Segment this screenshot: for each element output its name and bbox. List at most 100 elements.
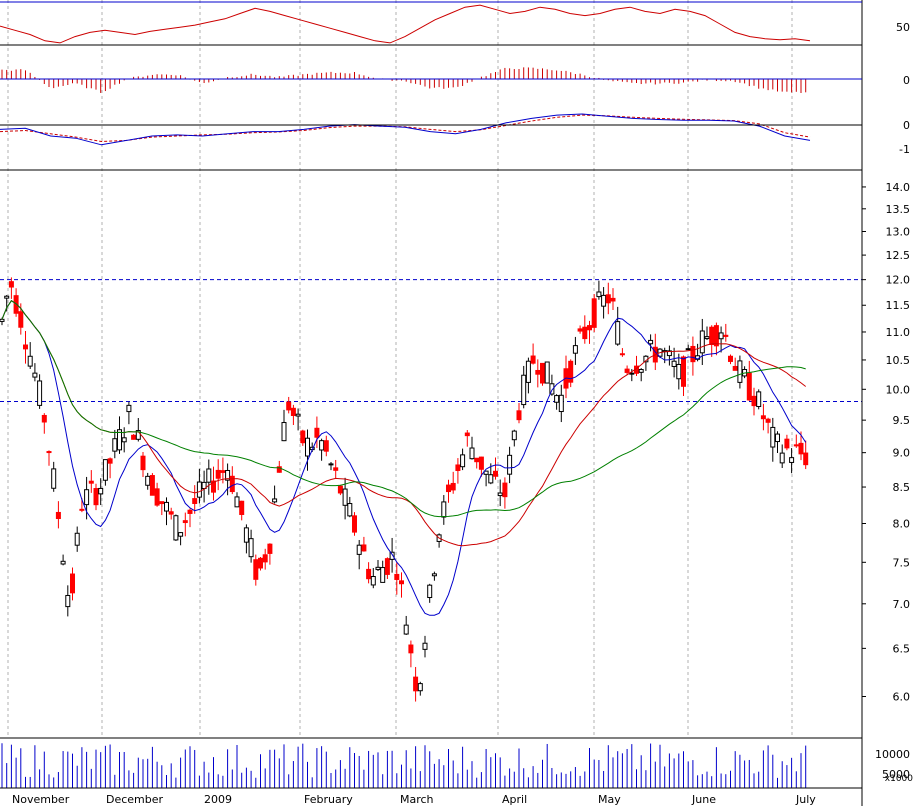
volume-tick-label: 10000 [875, 748, 910, 761]
candle-body [681, 356, 686, 387]
candle-body [272, 498, 278, 503]
candle-body [55, 511, 61, 520]
ma-short-line [1, 300, 807, 616]
price-tick-label: 11.0 [886, 326, 911, 339]
candle-body [88, 480, 94, 484]
candle-body [502, 482, 508, 498]
candle-body [784, 438, 790, 449]
month-label: July [795, 793, 816, 806]
candle-body [182, 520, 188, 524]
candle-body [366, 568, 372, 580]
candle-body [375, 566, 381, 571]
macd-tick-label-neg: -1 [899, 143, 910, 156]
candle-body [582, 326, 588, 340]
candle-body [690, 345, 696, 363]
candle-body [305, 437, 310, 457]
candle-body [262, 554, 268, 563]
candle-body [295, 413, 301, 417]
candle-body [18, 311, 24, 328]
candle-body [713, 325, 719, 347]
candle-body [770, 426, 776, 448]
candle-body [234, 496, 240, 508]
candle-body [196, 481, 202, 498]
candle-body [41, 414, 47, 423]
candle-body [591, 298, 597, 328]
candle-body [394, 573, 400, 580]
candle-body [290, 407, 296, 416]
ma-mid-line [1, 300, 807, 547]
candle-body [699, 330, 705, 354]
candle-body [803, 452, 809, 466]
candle-body [605, 294, 611, 304]
candle-body [624, 368, 630, 373]
candle-body [638, 369, 644, 373]
rsi-tick-label: 50 [896, 21, 910, 34]
histogram-panel [1, 67, 807, 93]
price-tick-label: 6.0 [893, 691, 911, 704]
candle-body [422, 642, 428, 650]
candle-body [248, 538, 254, 558]
candle-body [164, 501, 169, 512]
candle-body [676, 363, 682, 380]
candle-body [441, 501, 447, 518]
candle-body [431, 573, 437, 577]
month-label: May [598, 793, 621, 806]
candle-body [775, 433, 780, 443]
candle-body [493, 470, 498, 477]
macd-tick-label-zero: 0 [903, 119, 910, 132]
candle-body [37, 380, 43, 406]
candle-body [112, 438, 118, 452]
candle-body [333, 467, 339, 471]
candle-body [685, 348, 691, 351]
price-tick-label: 6.5 [893, 642, 911, 655]
candle-body [27, 355, 33, 367]
candle-body [793, 444, 799, 447]
price-tick-label: 7.5 [893, 556, 911, 569]
candle-body [737, 360, 743, 383]
candle-body [380, 567, 386, 583]
candle-body [789, 457, 795, 463]
candle-body [751, 395, 757, 407]
candle-body [516, 410, 522, 421]
candle-body [413, 676, 419, 692]
volume-unit-label: x1000 [885, 774, 914, 784]
candle-body [587, 325, 592, 331]
candle-body [131, 434, 137, 440]
candle-body [558, 394, 564, 413]
candle-body [554, 395, 560, 403]
candle-body [629, 372, 635, 375]
candle-body [347, 503, 353, 517]
candle-body [648, 339, 654, 345]
candle-body [370, 576, 376, 586]
month-label: December [106, 793, 164, 806]
candle-body [286, 401, 292, 411]
candle-body [319, 440, 325, 451]
candle-body [732, 365, 738, 371]
candle-body [121, 437, 127, 443]
candle-body [300, 430, 306, 444]
candle-body [258, 557, 263, 569]
candle-body [718, 332, 724, 340]
candle-body [601, 294, 607, 307]
price-tick-label: 9.5 [893, 414, 911, 427]
candle-body [610, 297, 616, 302]
month-label: 2009 [204, 793, 232, 806]
candle-body [756, 391, 762, 408]
candle-body [98, 487, 104, 495]
candle-body [102, 459, 108, 481]
candle-body [126, 404, 132, 413]
candle-body [220, 470, 226, 473]
candle-body [51, 468, 57, 489]
month-label: February [304, 793, 353, 806]
candle-body [427, 584, 433, 599]
candle-body [525, 360, 531, 383]
candle-body [215, 469, 221, 479]
month-label: November [12, 793, 70, 806]
candle-body [352, 515, 357, 533]
candle-body [74, 532, 80, 546]
candle-body [281, 422, 287, 442]
candle-body [178, 532, 184, 537]
candle-body [243, 527, 249, 543]
month-label: April [502, 793, 527, 806]
candle-body [384, 558, 390, 575]
